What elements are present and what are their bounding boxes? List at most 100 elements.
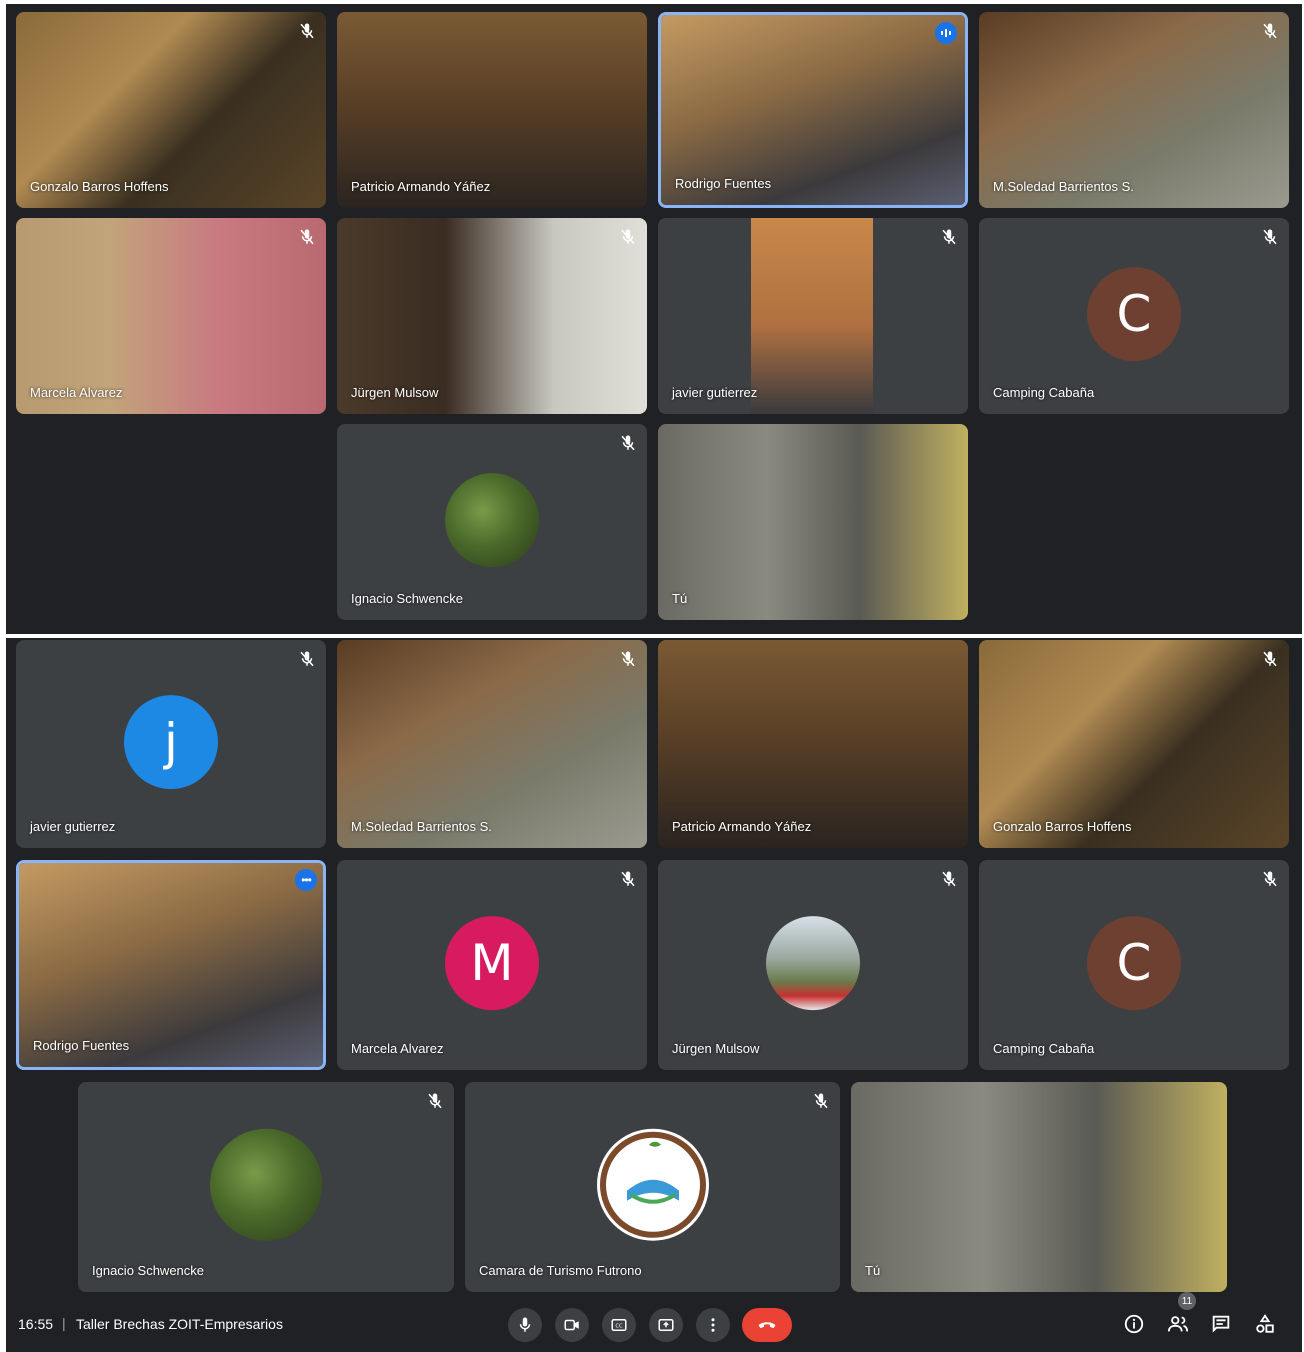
meeting-control-bar: 16:55 | Taller Brechas ZOIT-Empresarios … [6, 1292, 1302, 1352]
audio-level-icon [935, 22, 957, 44]
mic-off-icon [1263, 871, 1277, 887]
avatar: C [1087, 916, 1181, 1011]
avatar: j [124, 695, 218, 790]
participant-tile-self[interactable]: Tú [851, 1082, 1227, 1292]
mic-off-icon [621, 435, 635, 451]
participant-name: Camping Cabaña [993, 1041, 1095, 1056]
mic-off-icon [942, 871, 956, 887]
people-button[interactable] [1166, 1312, 1190, 1336]
mic-off-icon [942, 229, 956, 245]
camara-turismo-logo [599, 1131, 706, 1238]
mic-off-icon [300, 651, 314, 667]
participant-tile[interactable]: javier gutierrez [658, 218, 968, 414]
participant-name: javier gutierrez [672, 385, 758, 400]
participant-name: Gonzalo Barros Hoffens [993, 819, 1132, 834]
participant-tile[interactable]: M Marcela Alvarez [337, 860, 647, 1070]
avatar [596, 1128, 709, 1241]
mic-off-icon [621, 651, 635, 667]
participant-name: Tú [865, 1263, 881, 1278]
camera-button[interactable] [555, 1308, 589, 1342]
meeting-details-button[interactable] [1122, 1312, 1146, 1336]
participant-name: Patricio Armando Yáñez [672, 819, 812, 834]
participant-name: Marcela Alvarez [30, 385, 123, 400]
meeting-title: Taller Brechas ZOIT-Empresarios [76, 1316, 283, 1332]
participant-name: Ignacio Schwencke [92, 1263, 205, 1278]
mic-off-icon [621, 229, 635, 245]
participant-tile[interactable]: Jürgen Mulsow [658, 860, 968, 1070]
participant-name: M.Soledad Barrientos S. [993, 179, 1134, 194]
mic-off-icon [428, 1093, 442, 1109]
info-icon [1124, 1314, 1144, 1334]
participant-name: Tú [672, 591, 688, 606]
mic-button[interactable] [508, 1308, 542, 1342]
participant-name: M.Soledad Barrientos S. [351, 819, 492, 834]
participant-name: Jürgen Mulsow [351, 385, 439, 400]
participant-tile[interactable]: Patricio Armando Yáñez [337, 12, 647, 208]
video-feed [658, 640, 968, 848]
participant-tile-active[interactable]: ••• Rodrigo Fuentes [16, 860, 326, 1070]
activities-button[interactable] [1253, 1312, 1277, 1336]
participant-tile[interactable]: Gonzalo Barros Hoffens [16, 12, 326, 208]
activities-icon [1256, 1314, 1274, 1333]
video-feed [751, 218, 873, 414]
video-feed [658, 424, 968, 620]
meet-screenshot-bottom: j javier gutierrez M.Soledad Barrientos … [6, 638, 1302, 1352]
participant-tile[interactable]: Jürgen Mulsow [337, 218, 647, 414]
participant-tile[interactable]: Camara de Turismo Futrono [465, 1082, 840, 1292]
end-call-button[interactable] [742, 1308, 792, 1342]
participants-count-badge: 11 [1178, 1292, 1196, 1310]
mic-off-icon [814, 1093, 828, 1109]
chat-icon [1212, 1315, 1230, 1333]
mic-off-icon [621, 871, 635, 887]
mic-off-icon [1263, 23, 1277, 39]
more-options-icon[interactable]: ••• [295, 869, 317, 891]
participant-tile[interactable]: C Camping Cabaña [979, 860, 1289, 1070]
more-vert-icon [711, 1318, 715, 1332]
participant-tile[interactable]: M.Soledad Barrientos S. [979, 12, 1289, 208]
participant-name: Patricio Armando Yáñez [351, 179, 491, 194]
captions-icon: CC [611, 1319, 627, 1331]
participant-tile[interactable]: Gonzalo Barros Hoffens [979, 640, 1289, 848]
mic-off-icon [1263, 651, 1277, 667]
mic-off-icon [300, 229, 314, 245]
participant-tile[interactable]: Ignacio Schwencke [78, 1082, 454, 1292]
mic-off-icon [1263, 229, 1277, 245]
participant-tile[interactable]: C Camping Cabaña [979, 218, 1289, 414]
avatar [210, 1128, 322, 1241]
video-feed [19, 863, 323, 1067]
participant-name: Rodrigo Fuentes [33, 1038, 130, 1053]
avatar: M [445, 916, 539, 1011]
participant-tile[interactable]: j javier gutierrez [16, 640, 326, 848]
participant-name: Jürgen Mulsow [672, 1041, 760, 1056]
mic-off-icon [300, 23, 314, 39]
avatar [766, 916, 860, 1011]
participant-name: Gonzalo Barros Hoffens [30, 179, 169, 194]
present-icon [658, 1319, 674, 1331]
participant-tile[interactable]: Marcela Alvarez [16, 218, 326, 414]
camera-icon [564, 1319, 579, 1331]
participant-name: Ignacio Schwencke [351, 591, 464, 606]
participant-tile-speaking[interactable]: Rodrigo Fuentes [658, 12, 968, 208]
participant-tile[interactable]: Patricio Armando Yáñez [658, 640, 968, 848]
separator: | [62, 1315, 66, 1331]
captions-button[interactable]: CC [602, 1308, 636, 1342]
participant-tile[interactable]: Ignacio Schwencke [337, 424, 647, 620]
end-call-icon [758, 1322, 776, 1329]
video-feed [851, 1082, 1227, 1292]
participant-name: Rodrigo Fuentes [675, 176, 772, 191]
meeting-clock: 16:55 [18, 1316, 54, 1332]
participant-tile-self[interactable]: Tú [658, 424, 968, 620]
participant-tile[interactable]: M.Soledad Barrientos S. [337, 640, 647, 848]
people-icon [1167, 1316, 1189, 1332]
participant-name: Marcela Alvarez [351, 1041, 444, 1056]
present-button[interactable] [649, 1308, 683, 1342]
participant-name: javier gutierrez [30, 819, 116, 834]
avatar [445, 473, 539, 568]
svg-text:CC: CC [615, 1324, 623, 1330]
avatar: C [1087, 267, 1181, 362]
more-options-button[interactable] [696, 1308, 730, 1342]
video-feed [979, 640, 1289, 848]
participant-name: Camara de Turismo Futrono [479, 1263, 642, 1278]
chat-button[interactable] [1209, 1312, 1233, 1336]
video-feed [337, 640, 647, 848]
